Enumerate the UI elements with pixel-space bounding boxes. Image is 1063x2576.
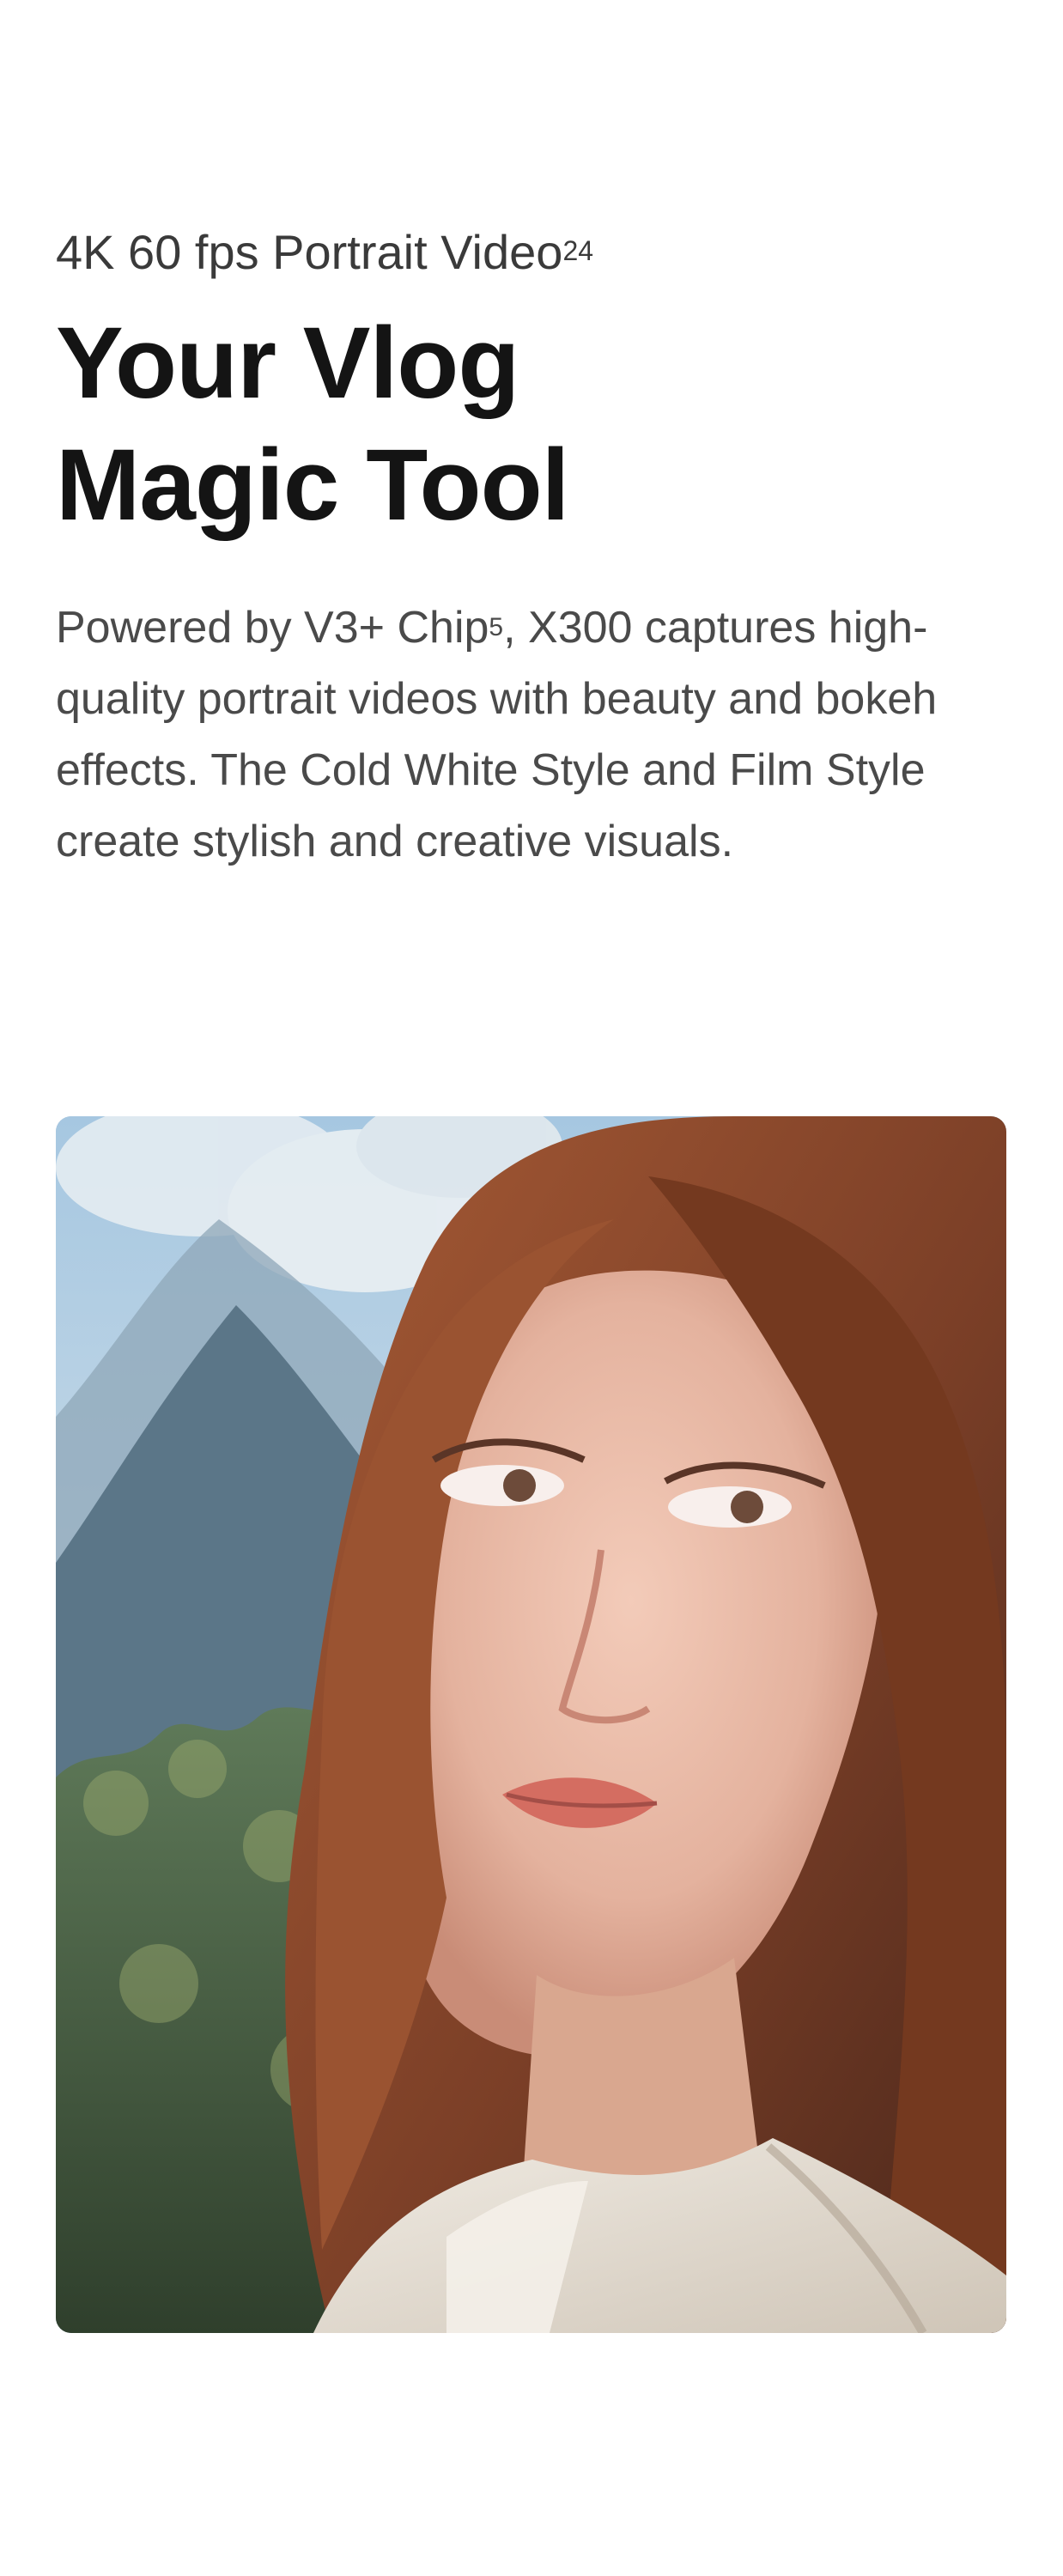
eyebrow-text: 4K 60 fps Portrait Video xyxy=(56,225,563,279)
feature-description: Powered by V3+ Chip5, X300 captures high… xyxy=(56,592,1017,878)
portrait-photo xyxy=(56,1116,1006,2333)
feature-headline: Your Vlog Magic Tool xyxy=(56,302,829,546)
feature-eyebrow: 4K 60 fps Portrait Video24 xyxy=(56,225,593,280)
description-before-footnote: Powered by V3+ Chip xyxy=(56,603,489,653)
description-footnote: 5 xyxy=(489,613,504,641)
headline-line-2: Magic Tool xyxy=(56,428,569,542)
eyebrow-footnote: 24 xyxy=(562,235,594,266)
headline-line-1: Your Vlog xyxy=(56,307,519,420)
feature-section: 4K 60 fps Portrait Video24 Your Vlog Mag… xyxy=(0,0,1063,2576)
